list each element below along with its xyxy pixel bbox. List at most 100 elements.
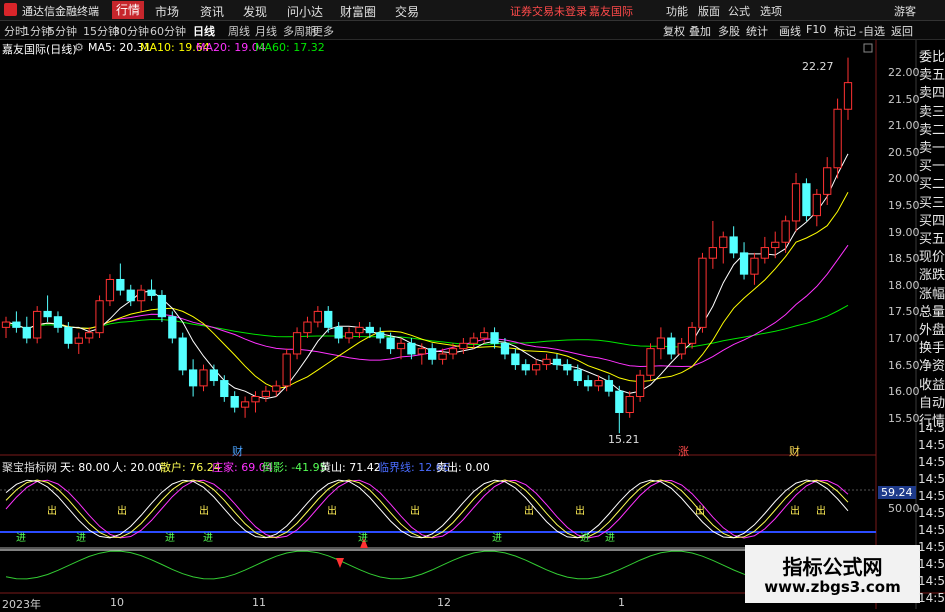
candle-body-70 — [729, 236, 738, 254]
side-label-17[interactable]: 净资 — [919, 355, 945, 374]
menu-0[interactable]: 行情 — [112, 1, 145, 19]
tool-7[interactable]: -自选 — [859, 23, 885, 39]
side-time-8: 14:56 — [918, 557, 945, 571]
price-tick-9: 17.50 — [888, 305, 920, 319]
price-tick-6: 19.00 — [888, 225, 920, 239]
guest-button[interactable]: 游客 — [894, 3, 916, 19]
side-label-4[interactable]: 卖二 — [919, 119, 945, 138]
period-7[interactable]: 周线 — [228, 23, 250, 39]
candle-body-3 — [33, 310, 42, 339]
candle-body-1 — [12, 321, 21, 328]
side-label-7[interactable]: 买二 — [919, 173, 945, 192]
side-label-9[interactable]: 买四 — [919, 210, 945, 229]
date-tick-1: 10 — [110, 596, 124, 609]
candle-body-56 — [583, 380, 593, 387]
side-label-0[interactable]: 委比 — [919, 46, 945, 65]
event-marker-zhang[interactable]: 涨 — [678, 443, 689, 459]
candle-body-21 — [220, 380, 229, 398]
right-menu-3[interactable]: 选项 — [760, 3, 782, 19]
candle-body-6 — [64, 326, 73, 344]
candle-body-38 — [396, 342, 406, 350]
side-label-16[interactable]: 换手 — [919, 337, 945, 356]
right-menu-1[interactable]: 版面 — [698, 3, 720, 19]
candle-body-8 — [85, 332, 94, 339]
side-label-18[interactable]: 收益 — [919, 374, 945, 393]
period-2[interactable]: 5分钟 — [48, 23, 77, 39]
candle-body-22 — [230, 396, 239, 408]
tool-1[interactable]: 叠加 — [689, 23, 711, 39]
period-4[interactable]: 30分钟 — [113, 23, 149, 39]
right-menu-2[interactable]: 公式 — [728, 3, 750, 19]
signal-chu-6: 出 — [575, 506, 585, 517]
tool-3[interactable]: 统计 — [746, 23, 768, 39]
signal-chu-5: 出 — [524, 506, 534, 517]
menu-6[interactable]: 交易 — [395, 3, 419, 20]
candle-body-19 — [199, 369, 208, 387]
candle-body-26 — [272, 385, 281, 392]
tool-5[interactable]: F10 — [806, 23, 826, 36]
signal-chu-9: 出 — [816, 506, 826, 517]
side-label-11[interactable]: 现价 — [919, 246, 945, 265]
event-marker-cai-2[interactable]: 财 — [789, 443, 800, 459]
side-label-8[interactable]: 买三 — [919, 192, 945, 211]
side-label-12[interactable]: 涨跌 — [919, 264, 945, 283]
price-tick-5: 19.50 — [888, 199, 920, 212]
side-label-15[interactable]: 外盘 — [919, 319, 945, 338]
menu-5[interactable]: 财富圈 — [340, 3, 376, 20]
side-time-2: 14:56 — [918, 455, 945, 469]
tool-2[interactable]: 多股 — [718, 23, 740, 39]
candle-body-5 — [53, 316, 63, 328]
side-label-1[interactable]: 卖五 — [919, 64, 945, 83]
side-label-10[interactable]: 买五 — [919, 228, 945, 247]
menu-2[interactable]: 资讯 — [200, 3, 224, 20]
side-label-14[interactable]: 总量 — [919, 301, 945, 320]
candle-body-47 — [490, 332, 499, 344]
period-10[interactable]: 更多 — [312, 23, 334, 39]
side-label-3[interactable]: 卖三 — [919, 101, 945, 120]
login-notice[interactable]: 证券交易未登录 — [510, 3, 587, 19]
indicator-mid-value: 50.00 — [888, 502, 920, 515]
tool-4[interactable]: 画线 — [779, 23, 801, 39]
indicator-line-2 — [5, 479, 849, 539]
candle-body-31 — [324, 310, 333, 328]
price-tick-8: 18.00 — [888, 278, 920, 292]
date-tick-0: 2023年 — [2, 598, 41, 611]
menu-3[interactable]: 发现 — [243, 3, 267, 20]
candle-body-17 — [178, 337, 187, 371]
tool-8[interactable]: 返回 — [891, 23, 913, 39]
candle-body-50 — [521, 364, 530, 371]
period-8[interactable]: 月线 — [255, 23, 277, 39]
candle-body-32 — [334, 326, 343, 339]
side-label-6[interactable]: 买一 — [919, 155, 945, 174]
period-5[interactable]: 60分钟 — [150, 23, 186, 39]
price-tick-1: 21.50 — [888, 92, 920, 106]
signal-jin-0: 进 — [16, 533, 26, 544]
tool-0[interactable]: 复权 — [663, 23, 685, 39]
kline-chart[interactable] — [0, 40, 945, 609]
candle-body-10 — [105, 278, 115, 302]
event-marker-cai-1[interactable]: 财 — [232, 443, 243, 459]
right-menu-0[interactable]: 功能 — [666, 3, 688, 19]
candle-body-57 — [594, 380, 603, 387]
ind-tian: 天: 80.00 — [60, 461, 110, 474]
signal-chu-4: 出 — [410, 506, 420, 517]
candle-body-18 — [188, 369, 198, 387]
side-time-0: 14:50 — [918, 421, 945, 435]
candle-body-76 — [791, 183, 801, 222]
candle-body-23 — [240, 401, 250, 408]
side-label-5[interactable]: 卖一 — [919, 137, 945, 156]
stock-tab[interactable]: 嘉友国际 — [589, 3, 633, 19]
menu-4[interactable]: 问小达 — [287, 3, 323, 20]
lower-oscillator-line — [5, 550, 849, 580]
ind-huangshan: 黄山: 71.42 — [320, 461, 381, 474]
side-label-2[interactable]: 卖四 — [919, 82, 945, 101]
menu-1[interactable]: 市场 — [155, 3, 179, 20]
candle-body-7 — [74, 337, 83, 344]
expand-icon — [863, 43, 873, 53]
ind-chuying: 倒影: -41.95 — [262, 461, 327, 474]
period-6[interactable]: 日线 — [193, 23, 215, 39]
side-label-19[interactable]: 自动 — [919, 392, 945, 411]
tool-6[interactable]: 标记 — [834, 23, 856, 39]
side-label-13[interactable]: 涨幅 — [919, 283, 945, 302]
low-price-label: 15.21 — [608, 433, 640, 446]
